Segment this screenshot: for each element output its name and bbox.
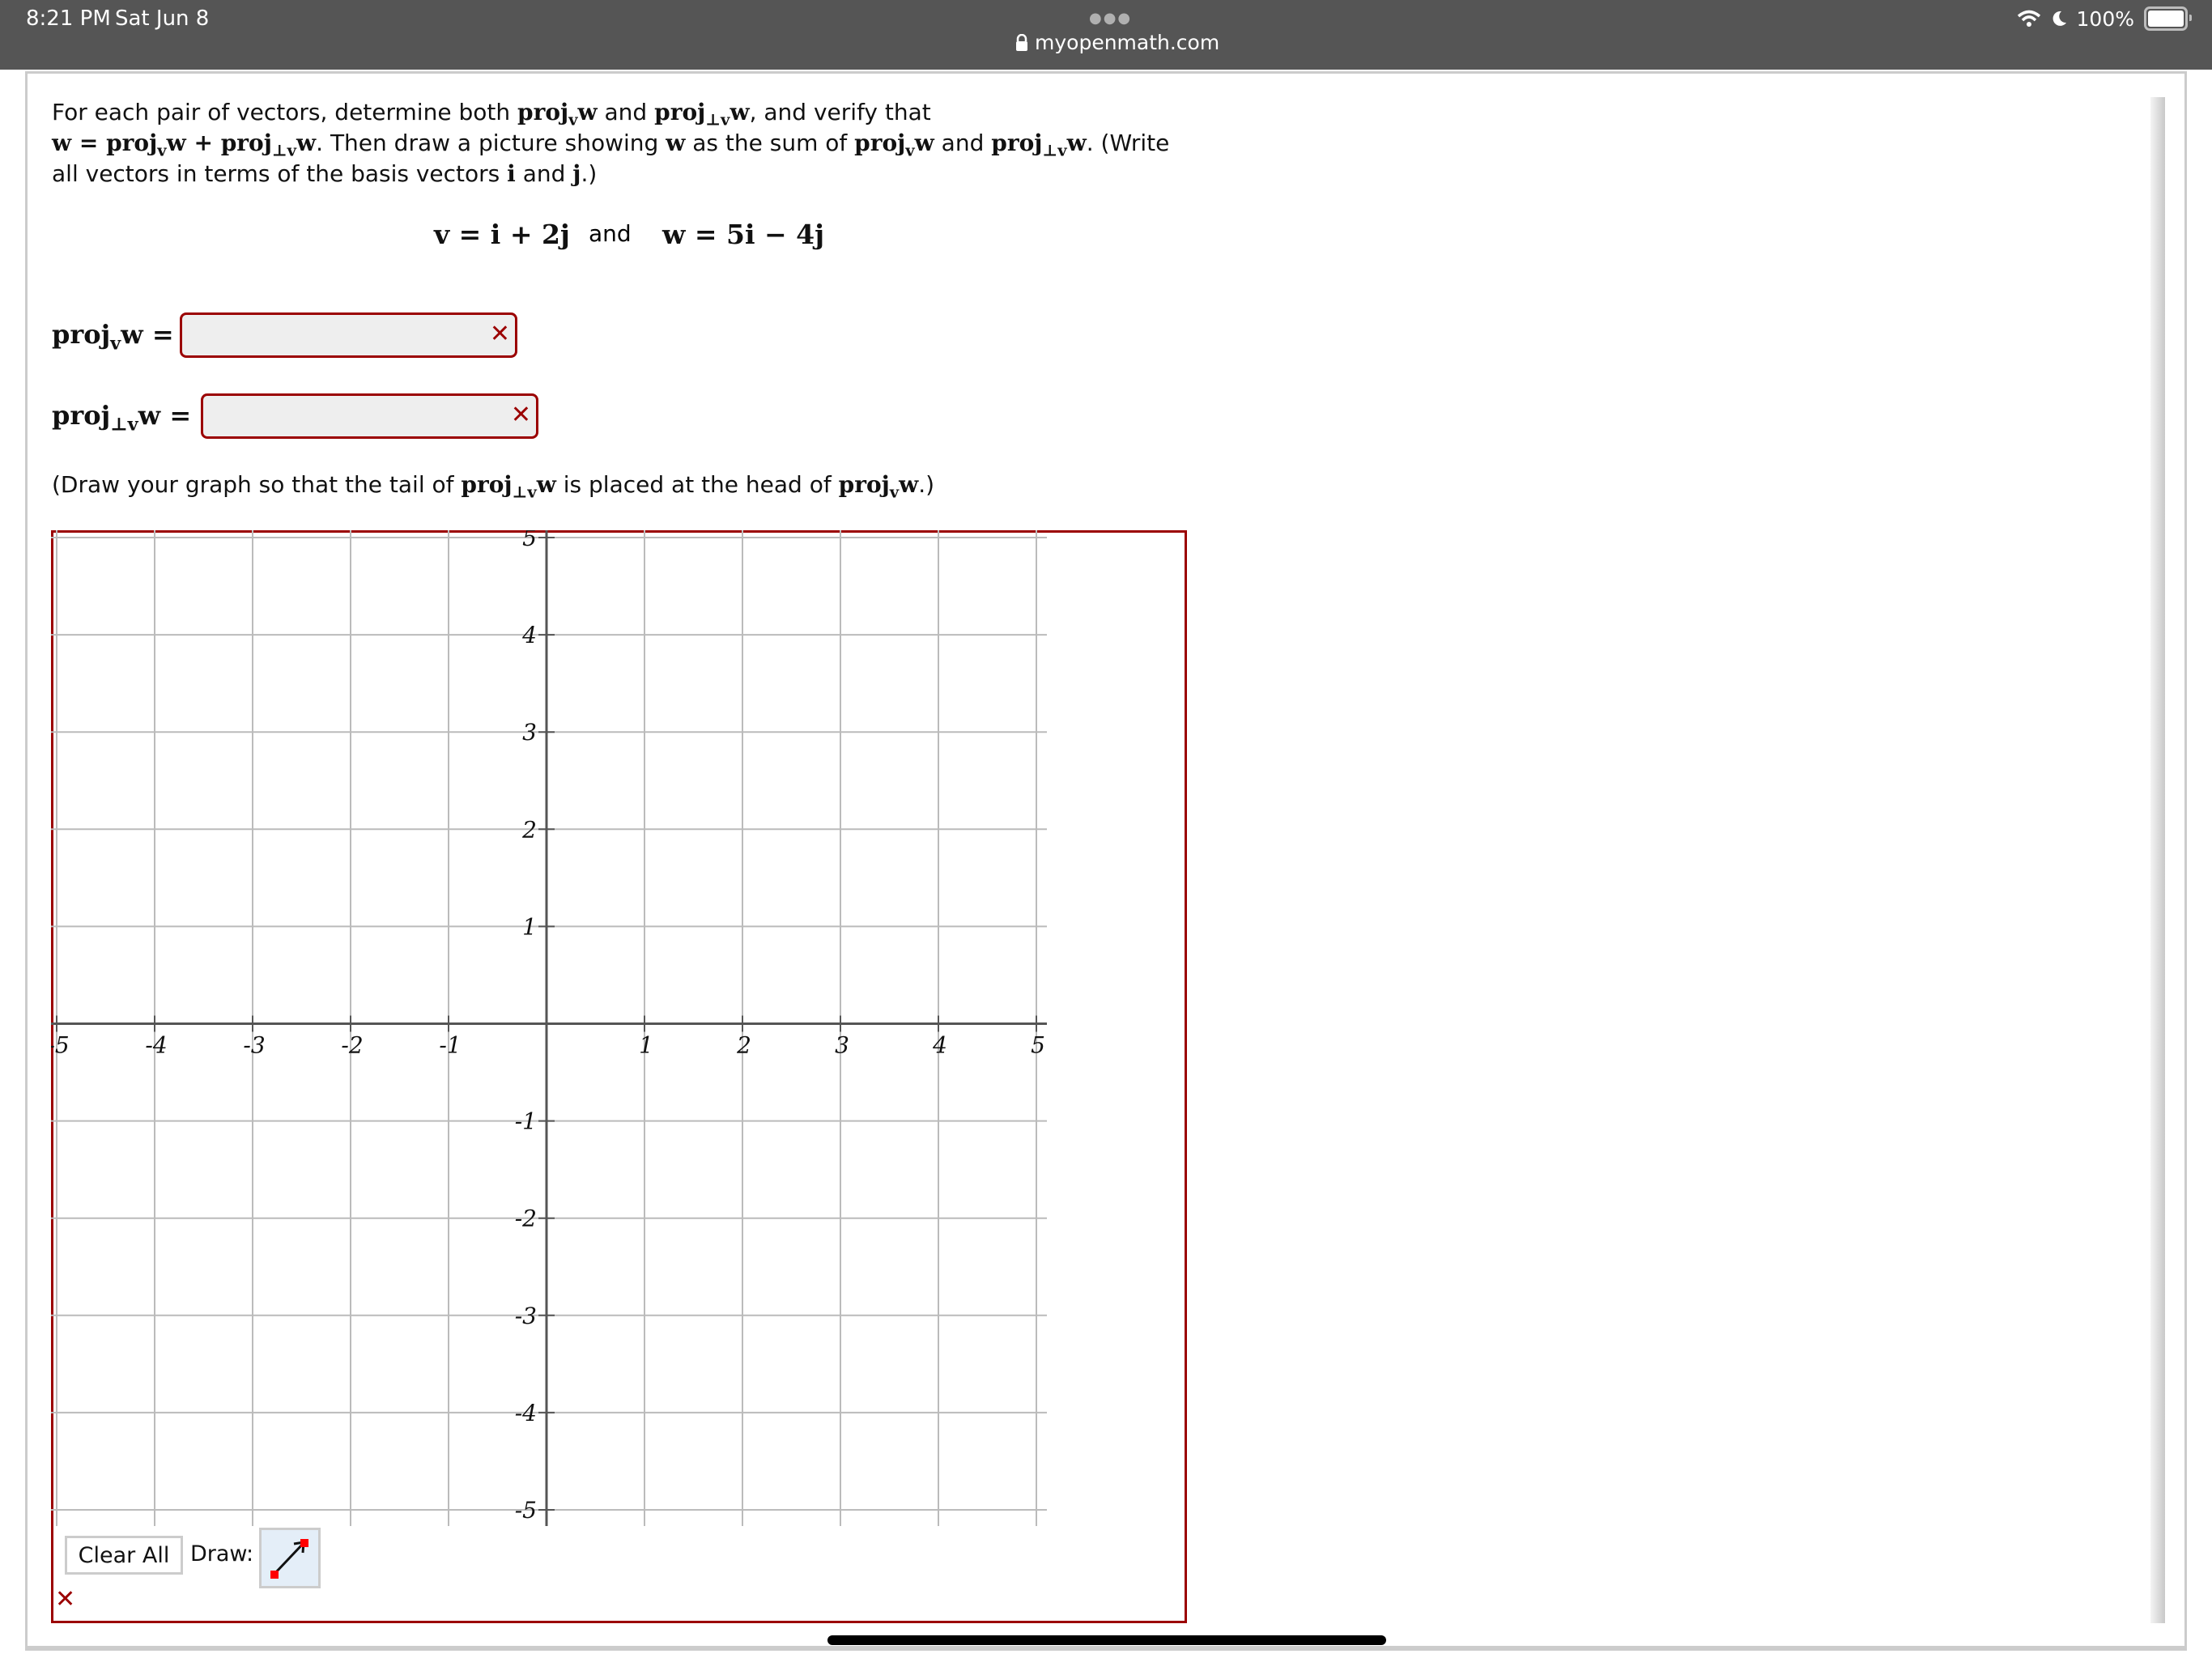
battery-icon (2144, 6, 2192, 31)
status-time: 8:21 PM (26, 6, 111, 31)
x-tick-label: -1 (439, 1032, 461, 1059)
y-tick-label: -2 (515, 1205, 537, 1232)
proj-v-input[interactable]: ✕ (180, 312, 517, 358)
math-j: j (572, 160, 581, 187)
proj-v-label: projvw = (52, 319, 174, 355)
text: For each pair of vectors, determine both (52, 99, 517, 125)
more-dots-icon[interactable]: ●●● (1089, 10, 1132, 27)
math-proj-v-w: projvw (838, 471, 919, 502)
url-text: myopenmath.com (1035, 31, 1220, 54)
incorrect-icon: ✕ (489, 320, 510, 348)
home-indicator[interactable] (827, 1635, 1386, 1645)
y-tick-label: -5 (515, 1497, 537, 1524)
y-tick-label: 5 (522, 530, 537, 551)
y-tick-label: -4 (515, 1400, 537, 1426)
vector-v-expression: v = i + 2j (434, 219, 570, 250)
scrollbar[interactable] (2150, 97, 2165, 1623)
graph-incorrect-icon: ✕ (55, 1585, 76, 1613)
x-tick-label: -3 (243, 1032, 265, 1059)
text: is placed at the head of (555, 471, 839, 498)
math-w-sum: w = projvw + proj⊥vw (52, 130, 317, 160)
status-date: Sat Jun 8 (115, 6, 210, 31)
question-line-2: w = projvw + proj⊥vw. Then draw a pictur… (52, 130, 1169, 160)
text: . (Write (1086, 130, 1170, 156)
text: and (597, 99, 655, 125)
text: . Then draw a picture showing (316, 130, 666, 156)
clear-all-button[interactable]: Clear All (65, 1536, 183, 1575)
proj-perp-field[interactable] (203, 396, 498, 438)
x-tick-label: -5 (51, 1032, 70, 1059)
text: all vectors in terms of the basis vector… (52, 160, 508, 187)
draw-label: Draw: (190, 1541, 254, 1567)
panel-divider (25, 1646, 2187, 1651)
text: as the sum of (685, 130, 855, 156)
text: and (515, 160, 573, 187)
question-line-1: For each pair of vectors, determine both… (52, 99, 931, 130)
text: (Draw your graph so that the tail of (52, 471, 462, 498)
proj-perp-input[interactable]: ✕ (201, 393, 538, 439)
text: .) (581, 160, 598, 187)
math-i: i (507, 160, 516, 187)
status-bar: 8:21 PM Sat Jun 8 ●●● myopenmath.com 100… (0, 0, 2212, 70)
text: .) (918, 471, 935, 498)
y-tick-label: 4 (521, 622, 537, 648)
x-tick-label: -2 (341, 1032, 363, 1059)
y-tick-label: -1 (515, 1108, 537, 1135)
x-tick-label: -4 (145, 1032, 167, 1059)
x-tick-label: 2 (736, 1032, 751, 1059)
vector-tool-button[interactable] (259, 1528, 321, 1588)
text: , and verify that (749, 99, 931, 125)
and-label: and (589, 220, 632, 247)
math-proj-perp-w: proj⊥vw (461, 471, 556, 502)
x-tick-label: 3 (835, 1032, 849, 1059)
x-tick-label: 4 (932, 1032, 947, 1059)
incorrect-icon: ✕ (510, 401, 531, 429)
y-tick-label: 1 (522, 913, 537, 940)
math-proj-perp-w: proj⊥vw (654, 99, 750, 130)
proj-perp-label: proj⊥vw = (52, 400, 192, 436)
math-w: w (666, 130, 686, 156)
lock-icon (1016, 33, 1027, 51)
math-proj-perp-w: proj⊥vw (991, 130, 1087, 160)
y-tick-label: 2 (521, 816, 537, 843)
math-proj-v-w: projvw (854, 130, 934, 160)
proj-v-field[interactable] (182, 315, 477, 357)
math-proj-v-w: projvw (517, 99, 598, 130)
address-bar[interactable]: myopenmath.com (1015, 31, 1219, 54)
y-tick-label: 3 (522, 719, 537, 746)
y-tick-label: -3 (515, 1303, 537, 1329)
vector-w-expression: w = 5i − 4j (662, 219, 825, 250)
x-tick-label: 5 (1031, 1032, 1045, 1059)
text: and (934, 130, 992, 156)
graph-canvas[interactable]: -5 -4 -3 -2 -1 1 2 3 4 5 5 4 3 2 1 -1 -2 -3 -4 -5 (51, 530, 1187, 1526)
draw-instruction: (Draw your graph so that the tail of pro… (52, 471, 934, 502)
x-tick-label: 1 (639, 1032, 653, 1059)
battery-percent: 100% (2076, 6, 2134, 31)
wifi-icon (2017, 10, 2040, 27)
vector-tool-icon (270, 1539, 308, 1579)
moon-icon (2052, 11, 2066, 26)
question-line-3: all vectors in terms of the basis vector… (52, 160, 597, 187)
